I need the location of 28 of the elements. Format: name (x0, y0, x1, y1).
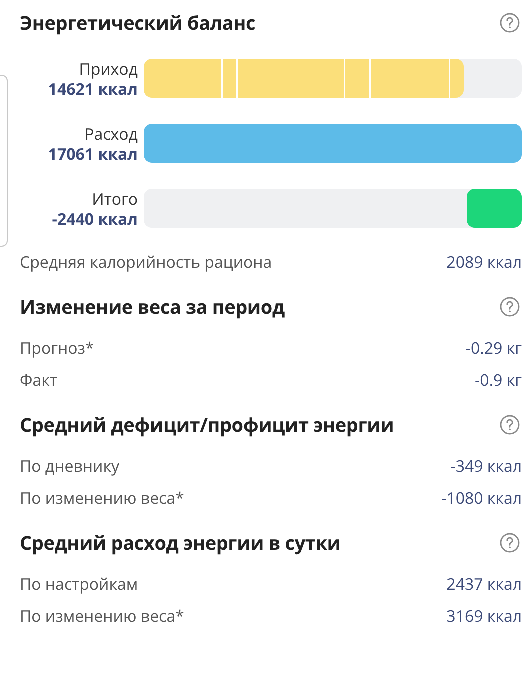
stat-value: -0.29 кг (466, 337, 522, 359)
bar-label: Расход (84, 124, 138, 144)
help-icon[interactable] (500, 13, 520, 33)
stat-value: -349 ккал (450, 455, 522, 477)
stat-label: Средняя калорийность рациона (20, 251, 272, 273)
bar-label: Итого (91, 188, 138, 208)
help-icon[interactable] (500, 533, 520, 553)
stat-value: 2089 ккал (446, 251, 522, 273)
section-title: Средний дефицит/профицит энергии (20, 412, 394, 438)
stat-value: -1080 ккал (442, 487, 522, 509)
stat-label: Факт (20, 369, 58, 391)
help-icon[interactable] (500, 297, 520, 317)
section-title: Изменение веса за период (20, 294, 285, 320)
stat-label: По изменению веса* (20, 487, 184, 509)
bar-value: 17061 ккал (47, 144, 138, 164)
stat-label: По изменению веса* (20, 605, 184, 627)
help-icon[interactable] (500, 415, 520, 435)
bar-label: Приход (78, 58, 138, 78)
stat-label: По дневнику (20, 455, 120, 477)
stat-value: 2437 ккал (446, 573, 522, 595)
bar-value: 14621 ккал (47, 78, 138, 98)
stat-value: -0.9 кг (475, 369, 522, 391)
stat-label: По настройкам (20, 573, 138, 595)
section-title: Средний расход энергии в сутки (20, 530, 341, 556)
stat-label: Прогноз* (20, 337, 94, 359)
bar-value: -2440 ккал (51, 208, 138, 228)
section-title: Энергетический баланс (20, 10, 256, 36)
stat-value: 3169 ккал (446, 605, 522, 627)
